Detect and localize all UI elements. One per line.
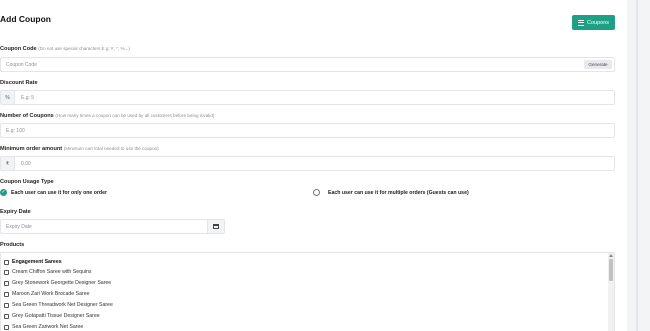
number-of-coupons-placeholder: E.g: 100 bbox=[6, 128, 25, 134]
usage-option-single[interactable]: ✓ Each user can use it for only one orde… bbox=[0, 189, 107, 196]
product-item[interactable]: Grey Stonework Georgette Designer Saree bbox=[4, 280, 111, 286]
product-item[interactable]: Sea Green Zariwork Net Saree bbox=[4, 324, 83, 330]
product-label: Maroon Zari Work Brocade Saree bbox=[12, 291, 90, 297]
product-label: Cream Chiffon Saree with Sequins bbox=[12, 269, 92, 275]
page-title: Add Coupon bbox=[0, 14, 51, 24]
minimum-order-label: Minimum order amount (Minimum cart total… bbox=[0, 146, 159, 152]
discount-rate-placeholder: E.g: 5 bbox=[21, 95, 35, 101]
usage-option-single-label: Each user can use it for only one order bbox=[11, 189, 107, 196]
checkbox[interactable] bbox=[4, 291, 9, 297]
checkbox[interactable] bbox=[4, 280, 9, 286]
coupon-code-input[interactable]: Coupon Code Generate bbox=[0, 57, 615, 72]
coupon-code-label: Coupon Code (Do not use special characte… bbox=[0, 46, 130, 52]
product-item[interactable]: Sea Green Threadwork Net Designer Saree bbox=[4, 302, 113, 308]
number-of-coupons-input[interactable]: E.g: 100 bbox=[0, 123, 615, 138]
number-of-coupons-label: Number of Coupons (How many times a coup… bbox=[0, 113, 214, 119]
rupee-prefix: ₹ bbox=[1, 157, 15, 170]
add-coupon-panel: Add Coupon Coupons Coupon Code (Do not u… bbox=[0, 0, 627, 331]
expiry-date-input[interactable]: Expiry Date bbox=[0, 219, 225, 234]
checkbox[interactable] bbox=[4, 313, 9, 319]
minimum-order-label-text: Minimum order amount bbox=[0, 146, 63, 152]
product-item[interactable]: Grey Gotapatti Tissue Designer Saree bbox=[4, 313, 100, 319]
checkbox[interactable] bbox=[4, 302, 9, 308]
radio-unselected-icon bbox=[313, 189, 320, 196]
usage-option-multiple[interactable]: Each user can use it for multiple orders… bbox=[313, 189, 469, 196]
expiry-date-placeholder: Expiry Date bbox=[6, 224, 32, 230]
scroll-thumb[interactable] bbox=[609, 259, 613, 281]
usage-type-label: Coupon Usage Type bbox=[0, 179, 54, 185]
product-label: Grey Stonework Georgette Designer Saree bbox=[12, 280, 112, 286]
coupon-code-hint: (Do not use special characters E.g: #, *… bbox=[38, 46, 130, 51]
minimum-order-hint: (Minimum cart total needed to use the co… bbox=[63, 146, 159, 151]
coupons-button-label: Coupons bbox=[586, 19, 610, 26]
minimum-order-placeholder: 0.00 bbox=[21, 161, 31, 167]
check-icon: ✓ bbox=[0, 189, 7, 196]
number-of-coupons-hint: (How many times a coupon can be used by … bbox=[55, 113, 215, 118]
expiry-date-label: Expiry Date bbox=[0, 209, 31, 215]
product-item[interactable]: Cream Chiffon Saree with Sequins bbox=[4, 269, 92, 275]
page-scrollbar[interactable] bbox=[636, 0, 638, 331]
products-list[interactable]: Engagement Sarees Cream Chiffon Saree wi… bbox=[0, 252, 615, 331]
minimum-order-input[interactable]: ₹ 0.00 bbox=[0, 156, 615, 171]
coupon-code-placeholder: Coupon Code bbox=[6, 62, 37, 68]
scroll-up-icon[interactable] bbox=[609, 254, 613, 257]
list-icon bbox=[577, 19, 584, 26]
checkbox[interactable] bbox=[4, 259, 9, 265]
discount-rate-input[interactable]: % E.g: 5 bbox=[0, 90, 615, 105]
product-label: Grey Gotapatti Tissue Designer Saree bbox=[12, 313, 100, 319]
products-label: Products bbox=[0, 242, 25, 248]
product-label: Sea Green Threadwork Net Designer Saree bbox=[12, 302, 113, 308]
coupon-code-label-text: Coupon Code bbox=[0, 46, 37, 52]
calendar-icon bbox=[213, 224, 219, 229]
usage-option-multiple-label: Each user can use it for multiple orders… bbox=[328, 189, 469, 196]
checkbox[interactable] bbox=[4, 324, 9, 330]
coupons-button[interactable]: Coupons bbox=[572, 15, 615, 30]
percent-prefix: % bbox=[1, 91, 15, 104]
checkbox[interactable] bbox=[4, 269, 9, 275]
product-group-item[interactable]: Engagement Sarees bbox=[4, 259, 62, 265]
number-of-coupons-label-text: Number of Coupons bbox=[0, 113, 54, 119]
product-label: Sea Green Zariwork Net Saree bbox=[12, 324, 84, 330]
discount-rate-label: Discount Rate bbox=[0, 80, 38, 86]
calendar-button[interactable] bbox=[207, 220, 224, 233]
product-item[interactable]: Maroon Zari Work Brocade Saree bbox=[4, 291, 89, 297]
products-scrollbar[interactable] bbox=[608, 253, 614, 331]
generate-button[interactable]: Generate bbox=[584, 60, 612, 69]
product-group-label: Engagement Sarees bbox=[12, 259, 62, 265]
